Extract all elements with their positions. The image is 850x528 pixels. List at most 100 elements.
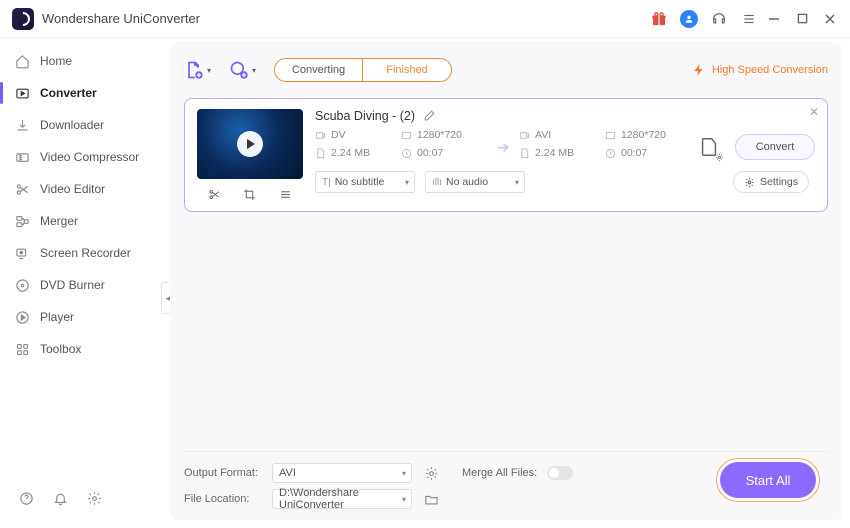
sidebar-item-merger[interactable]: Merger <box>0 206 168 236</box>
file-name: Scuba Diving - (2) <box>315 109 415 123</box>
help-icon[interactable] <box>18 490 34 506</box>
scissors-icon <box>14 181 30 197</box>
output-format-select[interactable]: AVI <box>272 463 412 483</box>
app-logo <box>12 8 34 30</box>
sidebar-item-compressor[interactable]: Video Compressor <box>0 142 168 172</box>
minimize-button[interactable] <box>766 11 782 27</box>
output-format-label: Output Format: <box>184 467 262 479</box>
sidebar-label: Screen Recorder <box>40 246 131 260</box>
play-icon <box>237 131 263 157</box>
hsc-label: High Speed Conversion <box>712 64 828 76</box>
crop-icon[interactable] <box>241 185 259 203</box>
tab-converting[interactable]: Converting <box>275 59 363 81</box>
add-url-icon <box>229 60 249 80</box>
audio-value: No audio <box>446 176 488 188</box>
resolution-icon <box>401 130 412 141</box>
status-tabs: Converting Finished <box>274 58 452 82</box>
converter-icon <box>14 85 30 101</box>
gift-icon[interactable] <box>650 10 668 28</box>
disc-icon <box>14 277 30 293</box>
subtitle-select[interactable]: T| No subtitle <box>315 171 415 193</box>
src-format: DV <box>331 129 346 141</box>
home-icon <box>14 53 30 69</box>
sidebar-item-recorder[interactable]: Screen Recorder <box>0 238 168 268</box>
src-size: 2.24 MB <box>331 147 370 159</box>
sidebar-label: Video Editor <box>40 182 105 196</box>
close-button[interactable] <box>822 11 838 27</box>
sidebar-label: Toolbox <box>40 342 81 356</box>
dst-format: AVI <box>535 129 551 141</box>
add-folder-button[interactable]: ▾ <box>229 60 256 80</box>
start-all-highlight: Start All <box>716 458 820 502</box>
merger-icon <box>14 213 30 229</box>
tab-finished[interactable]: Finished <box>363 59 451 81</box>
edit-icon[interactable] <box>423 109 437 123</box>
file-icon <box>519 148 530 159</box>
dst-duration: 00:07 <box>621 147 647 159</box>
sidebar-item-player[interactable]: Player <box>0 302 168 332</box>
sidebar-item-home[interactable]: Home <box>0 46 168 76</box>
src-duration: 00:07 <box>417 147 443 159</box>
file-icon <box>315 148 326 159</box>
sidebar-label: Converter <box>40 86 97 100</box>
sidebar-label: Downloader <box>40 118 104 132</box>
subtitle-icon: T| <box>322 177 331 188</box>
dst-size: 2.24 MB <box>535 147 574 159</box>
sidebar-item-toolbox[interactable]: Toolbox <box>0 334 168 364</box>
sidebar-label: Player <box>40 310 74 324</box>
maximize-button[interactable] <box>794 11 810 27</box>
clock-icon <box>605 148 616 159</box>
trim-icon[interactable] <box>206 185 224 203</box>
grid-icon <box>14 341 30 357</box>
convert-button[interactable]: Convert <box>735 134 815 160</box>
recorder-icon <box>14 245 30 261</box>
output-settings-icon[interactable] <box>422 464 440 482</box>
high-speed-toggle[interactable]: High Speed Conversion <box>692 63 828 77</box>
src-resolution: 1280*720 <box>417 129 462 141</box>
file-location-select[interactable]: D:\Wondershare UniConverter <box>272 489 412 509</box>
video-thumbnail[interactable] <box>197 109 303 179</box>
file-card: ✕ Scuba Diving - (2) <box>184 98 828 212</box>
sidebar-item-converter[interactable]: Converter <box>0 78 168 108</box>
chevron-down-icon: ▾ <box>207 66 211 75</box>
gear-icon <box>744 177 755 188</box>
bell-icon[interactable] <box>52 490 68 506</box>
merge-toggle[interactable] <box>547 466 573 480</box>
download-icon <box>14 117 30 133</box>
add-file-button[interactable]: ▾ <box>184 60 211 80</box>
list-icon[interactable] <box>276 185 294 203</box>
video-icon <box>519 130 530 141</box>
sidebar: Home Converter Downloader Video Compress… <box>0 38 168 528</box>
open-folder-icon[interactable] <box>422 490 440 508</box>
sidebar-label: Home <box>40 54 72 68</box>
arrow-icon <box>487 138 519 156</box>
sidebar-item-downloader[interactable]: Downloader <box>0 110 168 140</box>
subtitle-value: No subtitle <box>335 176 385 188</box>
bolt-icon <box>692 63 706 77</box>
support-icon[interactable] <box>710 10 728 28</box>
video-icon <box>315 130 326 141</box>
resolution-icon <box>605 130 616 141</box>
sidebar-item-editor[interactable]: Video Editor <box>0 174 168 204</box>
sidebar-label: Merger <box>40 214 78 228</box>
audio-icon: ıllı <box>432 177 442 188</box>
close-icon[interactable]: ✕ <box>809 105 819 119</box>
clock-icon <box>401 148 412 159</box>
settings-icon[interactable] <box>86 490 102 506</box>
user-avatar-icon[interactable] <box>680 10 698 28</box>
sidebar-item-dvd[interactable]: DVD Burner <box>0 270 168 300</box>
dst-resolution: 1280*720 <box>621 129 666 141</box>
menu-icon[interactable] <box>740 10 758 28</box>
gear-icon <box>714 152 724 162</box>
audio-select[interactable]: ıllı No audio <box>425 171 525 193</box>
chevron-down-icon: ▾ <box>252 66 256 75</box>
start-all-button[interactable]: Start All <box>720 462 816 498</box>
sidebar-label: Video Compressor <box>40 150 139 164</box>
sidebar-label: DVD Burner <box>40 278 105 292</box>
compressor-icon <box>14 149 30 165</box>
merge-label: Merge All Files: <box>462 467 537 479</box>
preset-button[interactable] <box>695 133 723 161</box>
play-icon <box>14 309 30 325</box>
file-settings-button[interactable]: Settings <box>733 171 809 193</box>
app-title: Wondershare UniConverter <box>42 11 200 26</box>
